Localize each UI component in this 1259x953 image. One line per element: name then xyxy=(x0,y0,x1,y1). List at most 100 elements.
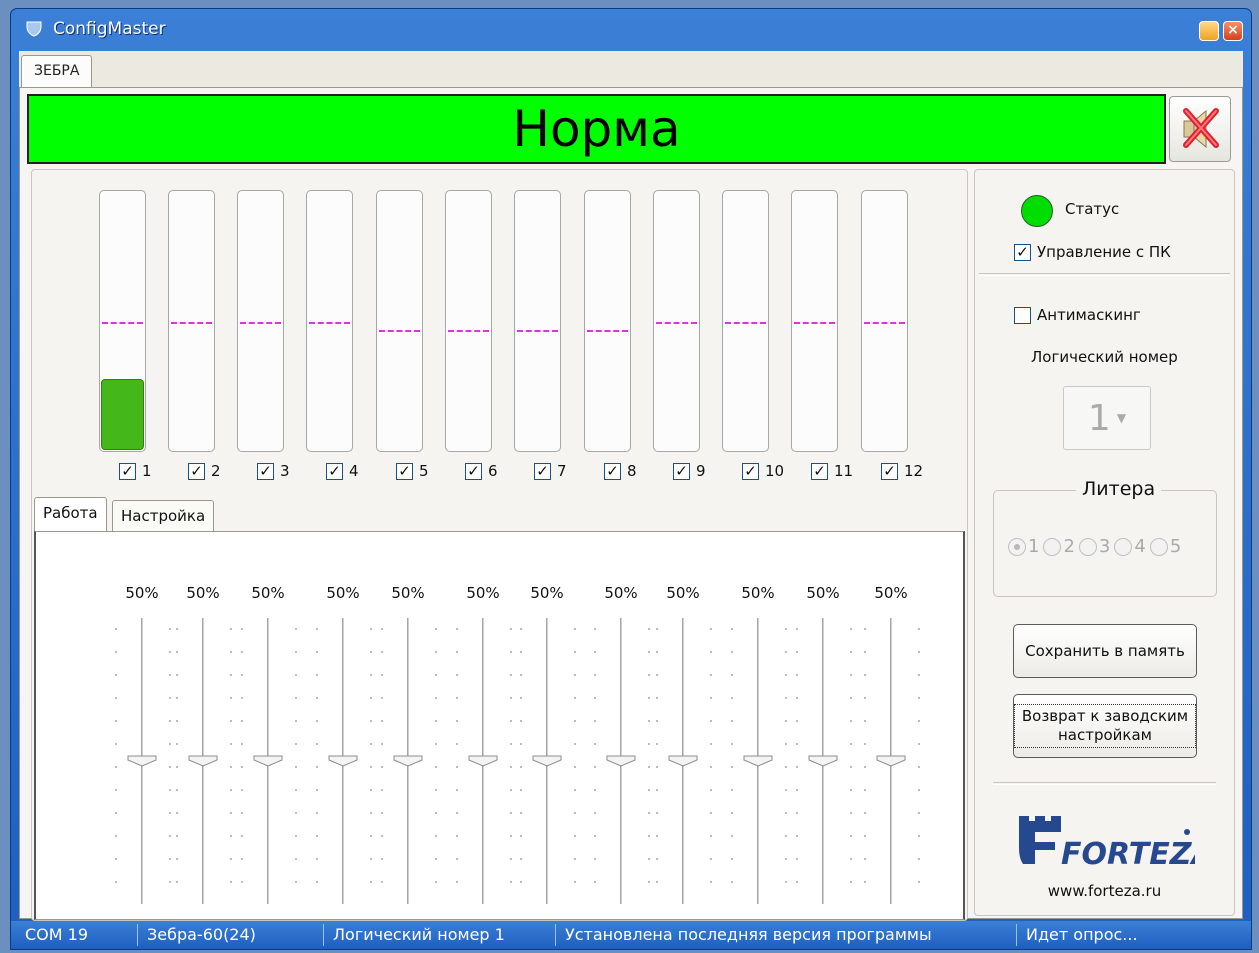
sensitivity-slider[interactable] xyxy=(308,618,378,908)
slider-tick xyxy=(230,789,232,791)
sensitivity-slider[interactable] xyxy=(448,618,518,908)
check-icon[interactable]: ✓ xyxy=(811,462,828,480)
radio-button[interactable] xyxy=(1008,537,1026,556)
slider-tick xyxy=(381,835,383,837)
slider-thumb[interactable] xyxy=(253,753,283,767)
check-icon[interactable]: ✓ xyxy=(534,462,551,480)
slider-thumb[interactable] xyxy=(328,753,358,767)
pc-control-check[interactable]: ✓ xyxy=(1014,243,1031,261)
slider-thumb[interactable] xyxy=(532,753,562,767)
slider-tick xyxy=(656,766,658,768)
radio-button[interactable] xyxy=(1114,537,1133,556)
channel-checkbox[interactable]: ✓ 10 xyxy=(742,462,784,480)
channel-checkbox[interactable]: ✓ 9 xyxy=(673,462,706,480)
slider-thumb[interactable] xyxy=(127,753,157,767)
threshold-line xyxy=(656,322,697,324)
check-icon[interactable]: ✓ xyxy=(257,462,274,480)
pc-control-checkbox[interactable]: ✓ Управление с ПК xyxy=(1014,243,1171,261)
radio-button[interactable] xyxy=(1043,537,1062,556)
status-banner: Норма xyxy=(27,94,1166,164)
slider-tick xyxy=(850,835,852,837)
channel-checkbox[interactable]: ✓ 4 xyxy=(326,462,359,480)
sensitivity-slider[interactable] xyxy=(723,618,793,908)
close-button[interactable]: × xyxy=(1223,21,1243,41)
slider-tick xyxy=(381,812,383,814)
minimize-button[interactable] xyxy=(1199,21,1219,41)
sensitivity-slider[interactable] xyxy=(586,618,656,908)
litera-radio[interactable]: 1 xyxy=(1008,536,1039,557)
slider-tick xyxy=(456,789,458,791)
sensitivity-slider[interactable] xyxy=(373,618,443,908)
check-icon[interactable]: ✓ xyxy=(465,462,482,480)
logical-number-select[interactable]: 1 ▼ xyxy=(1063,386,1151,450)
sensitivity-slider[interactable] xyxy=(856,618,926,908)
channel-checkbox[interactable]: ✓ 3 xyxy=(257,462,290,480)
check-icon[interactable]: ✓ xyxy=(604,462,621,480)
check-icon[interactable]: ✓ xyxy=(881,462,898,480)
slider-thumb[interactable] xyxy=(188,753,218,767)
slider-tick xyxy=(176,628,178,630)
slider-tick xyxy=(574,835,576,837)
litera-radio[interactable]: 5 xyxy=(1149,536,1181,557)
slider-tick xyxy=(656,743,658,745)
slider-thumb[interactable] xyxy=(876,753,906,767)
slider-tick xyxy=(864,697,866,699)
tab-zebra[interactable]: ЗЕБРА xyxy=(21,55,93,87)
check-icon[interactable]: ✓ xyxy=(673,462,690,480)
channel-checkbox[interactable]: ✓ 8 xyxy=(604,462,637,480)
threshold-line xyxy=(517,330,558,332)
slider-thumb[interactable] xyxy=(668,753,698,767)
tab-settings[interactable]: Настройка xyxy=(112,500,215,532)
slider-thumb[interactable] xyxy=(808,753,838,767)
channel-checkbox[interactable]: ✓ 6 xyxy=(465,462,498,480)
check-icon[interactable]: ✓ xyxy=(188,462,205,480)
sensitivity-slider[interactable] xyxy=(512,618,582,908)
tab-work[interactable]: Работа xyxy=(34,497,107,532)
check-icon[interactable]: ✓ xyxy=(119,462,136,480)
slider-thumb[interactable] xyxy=(606,753,636,767)
litera-radio[interactable]: 3 xyxy=(1078,536,1110,557)
status-divider xyxy=(137,924,138,946)
factory-reset-button[interactable]: Возврат к заводским настройкам xyxy=(1013,694,1197,758)
threshold-line xyxy=(171,322,212,324)
sensitivity-slider[interactable] xyxy=(788,618,858,908)
slider-thumb[interactable] xyxy=(468,753,498,767)
litera-radio[interactable]: 4 xyxy=(1114,536,1146,557)
slider-tick xyxy=(370,743,372,745)
channel-checkbox[interactable]: ✓ 7 xyxy=(534,462,567,480)
slider-tick xyxy=(230,743,232,745)
sensitivity-slider[interactable] xyxy=(233,618,303,908)
channel-checkbox[interactable]: ✓ 5 xyxy=(396,462,429,480)
slider-tick xyxy=(731,789,733,791)
slider-tick xyxy=(295,835,297,837)
status-port: COM 19 xyxy=(25,925,89,944)
save-to-memory-button[interactable]: Сохранить в память xyxy=(1013,624,1197,678)
antimasking-checkbox[interactable]: ✓ Антимаскинг xyxy=(1014,306,1141,324)
check-icon[interactable]: ✓ xyxy=(396,462,413,480)
slider-tick xyxy=(520,743,522,745)
antimasking-check[interactable]: ✓ xyxy=(1014,306,1031,324)
channel-checkbox[interactable]: ✓ 12 xyxy=(881,462,923,480)
slider-tick xyxy=(850,858,852,860)
slider-tick xyxy=(918,812,920,814)
threshold-line xyxy=(379,330,420,332)
mute-button[interactable] xyxy=(1169,96,1231,162)
channel-checkbox[interactable]: ✓ 1 xyxy=(119,462,152,480)
slider-thumb[interactable] xyxy=(743,753,773,767)
radio-button[interactable] xyxy=(1149,537,1168,556)
website-link[interactable]: www.forteza.ru xyxy=(975,882,1234,900)
slider-tick xyxy=(864,720,866,722)
slider-tick xyxy=(295,697,297,699)
channel-label: 8 xyxy=(627,462,637,480)
channel-checkbox[interactable]: ✓ 2 xyxy=(188,462,221,480)
litera-radio[interactable]: 2 xyxy=(1043,536,1075,557)
channel-checkbox[interactable]: ✓ 11 xyxy=(811,462,853,480)
radio-button[interactable] xyxy=(1078,537,1097,556)
sensitivity-slider[interactable] xyxy=(168,618,238,908)
slider-thumb[interactable] xyxy=(393,753,423,767)
check-icon[interactable]: ✓ xyxy=(742,462,759,480)
check-icon[interactable]: ✓ xyxy=(326,462,343,480)
sensitivity-slider[interactable] xyxy=(648,618,718,908)
slider-tick xyxy=(731,835,733,837)
sensitivity-slider[interactable] xyxy=(107,618,177,908)
